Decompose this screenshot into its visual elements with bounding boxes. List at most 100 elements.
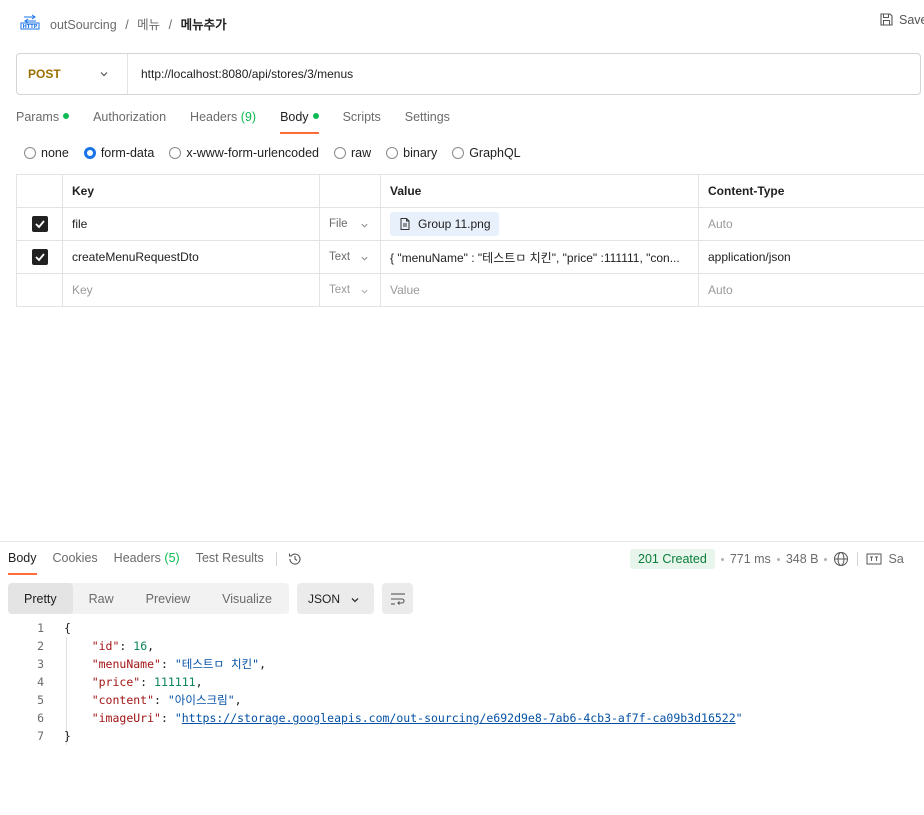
history-icon[interactable] [287, 551, 303, 567]
radio-circle-icon [334, 147, 346, 159]
tab-body[interactable]: Body [280, 110, 319, 134]
new-content-type-input[interactable]: Auto [699, 274, 924, 306]
radio-raw[interactable]: raw [334, 146, 371, 160]
meta-dot [720, 557, 724, 561]
image-uri-link[interactable]: https://storage.googleapis.com/out-sourc… [182, 711, 736, 725]
radio-graphql[interactable]: GraphQL [452, 146, 521, 160]
format-select[interactable]: JSON [297, 583, 374, 614]
row-checkbox-cell [17, 208, 63, 240]
params-dot-icon [63, 113, 70, 119]
check-icon [34, 220, 45, 229]
table-row: file File Group 11.png Auto [17, 208, 924, 241]
row-value[interactable]: { "menuName" : "테스트ㅁ 치킨", "price" :11111… [381, 241, 699, 273]
save-button[interactable]: Save [879, 12, 924, 27]
check-icon [34, 253, 45, 262]
row-type-select[interactable]: File [320, 208, 381, 240]
chevron-down-icon [361, 256, 368, 261]
tab-params[interactable]: Params [16, 110, 70, 134]
response-meta: 201 Created 771 ms 348 B Sa [630, 549, 904, 569]
row-checkbox-cell [17, 274, 63, 306]
view-pretty-button[interactable]: Pretty [8, 583, 73, 614]
tab-authorization[interactable]: Authorization [93, 110, 166, 134]
headers-count: (9) [240, 110, 257, 124]
resp-headers-count: (5) [164, 551, 180, 565]
view-visualize-button[interactable]: Visualize [206, 583, 288, 614]
radio-form-data[interactable]: form-data [83, 146, 154, 160]
view-preview-button[interactable]: Preview [130, 583, 206, 614]
tab-scripts[interactable]: Scripts [343, 110, 381, 134]
save-response-label[interactable]: Sa [888, 552, 903, 566]
view-mode-group: Pretty Raw Preview Visualize [8, 583, 289, 614]
radio-circle-icon [452, 147, 465, 159]
response-tabs: Body Cookies Headers (5) Test Results [8, 551, 303, 575]
row-type-select[interactable]: Text [320, 241, 381, 273]
chevron-down-icon [351, 598, 359, 603]
table-row: createMenuRequestDto Text { "menuName" :… [17, 241, 924, 274]
breadcrumb-separator: / [125, 18, 129, 32]
tab-headers[interactable]: Headers (9) [190, 110, 256, 134]
status-badge[interactable]: 201 Created [630, 549, 715, 569]
resp-tab-headers[interactable]: Headers (5) [114, 551, 180, 575]
header-key: Key [63, 175, 320, 207]
header-check-cell [17, 175, 63, 207]
top-bar: HTTP outSourcing / 메뉴 / 메뉴추가 Save [0, 0, 924, 44]
response-divider [0, 541, 924, 542]
code-line: 4 "price": 111111, [37, 675, 203, 689]
table-row-empty: Key Text Value Auto [17, 274, 924, 307]
body-type-radios: none form-data x-www-form-urlencoded raw… [24, 146, 521, 160]
wrap-lines-button[interactable] [382, 583, 413, 614]
breadcrumb-request[interactable]: 메뉴추가 [181, 18, 227, 32]
request-tabs: Params Authorization Headers (9) Body Sc… [16, 110, 474, 134]
tab-settings[interactable]: Settings [405, 110, 450, 134]
radio-none[interactable]: none [24, 146, 69, 160]
response-body-code[interactable]: 1{ 2 "id": 16, 3 "menuName": "테스트ㅁ 치킨", … [0, 619, 924, 745]
url-input[interactable] [128, 67, 920, 81]
new-key-input[interactable]: Key [63, 274, 320, 306]
radio-x-www-form-urlencoded[interactable]: x-www-form-urlencoded [169, 146, 319, 160]
header-type-cell [320, 175, 381, 207]
header-value: Value [381, 175, 699, 207]
table-header-row: Key Value Content-Type [17, 175, 924, 208]
url-bar: POST [16, 53, 921, 95]
row-value: Group 11.png [381, 208, 699, 240]
file-chip[interactable]: Group 11.png [390, 212, 499, 236]
tab-divider [275, 552, 277, 566]
file-icon [400, 218, 410, 230]
save-label: Save [899, 12, 924, 27]
globe-icon[interactable] [833, 551, 849, 567]
code-line: 5 "content": "아이스크림", [37, 693, 242, 707]
meta-divider [857, 552, 859, 566]
chevron-down-icon [361, 223, 368, 228]
breadcrumb-collection[interactable]: outSourcing [50, 18, 117, 32]
radio-binary[interactable]: binary [386, 146, 437, 160]
radio-circle-icon [24, 147, 36, 159]
resp-tab-body[interactable]: Body [8, 551, 37, 575]
resp-tab-test-results[interactable]: Test Results [196, 551, 264, 575]
row-key[interactable]: file [63, 208, 320, 240]
chevron-down-icon [100, 72, 108, 77]
row-content-type[interactable]: Auto [699, 208, 924, 240]
response-size[interactable]: 348 B [786, 552, 819, 566]
row-checkbox-cell [17, 241, 63, 273]
row-checkbox[interactable] [31, 249, 48, 265]
row-checkbox[interactable] [31, 216, 48, 232]
radio-circle-icon [169, 147, 182, 159]
code-line: 2 "id": 16, [37, 639, 155, 653]
new-value-input[interactable]: Value [381, 274, 699, 306]
radio-circle-icon [83, 147, 96, 159]
method-select[interactable]: POST [17, 54, 128, 94]
format-label: JSON [308, 591, 341, 606]
http-icon: HTTP [20, 14, 40, 30]
breadcrumb-folder[interactable]: 메뉴 [137, 18, 160, 32]
row-type-select[interactable]: Text [320, 274, 381, 306]
radio-circle-icon [386, 147, 399, 159]
save-response-icon[interactable] [866, 552, 882, 566]
code-line: 6 "imageUri": "https://storage.googleapi… [37, 711, 743, 725]
method-label: POST [28, 67, 61, 81]
row-key[interactable]: createMenuRequestDto [63, 241, 320, 273]
row-content-type[interactable]: application/json [699, 241, 924, 273]
view-raw-button[interactable]: Raw [73, 583, 130, 614]
resp-tab-cookies[interactable]: Cookies [53, 551, 98, 575]
svg-text:HTTP: HTTP [23, 24, 38, 30]
response-time[interactable]: 771 ms [730, 552, 771, 566]
